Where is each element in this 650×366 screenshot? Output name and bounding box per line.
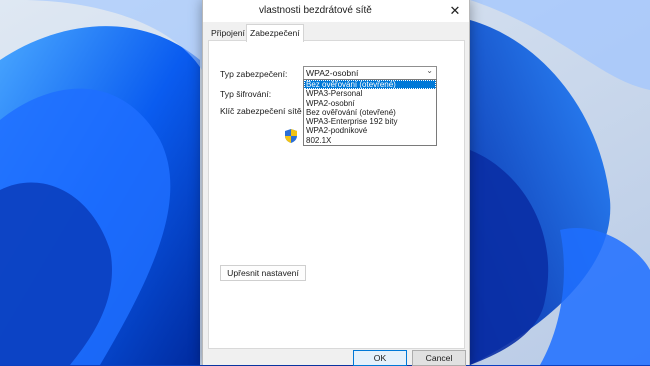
security-type-value: WPA2-osobní	[306, 68, 359, 78]
dropdown-option[interactable]: 802.1X	[304, 136, 436, 145]
security-panel: Typ zabezpečení: WPA2-osobní ⌄ Bez ověřo…	[208, 40, 465, 349]
dropdown-option[interactable]: Bez ověřování (otevřené)	[304, 80, 436, 90]
dropdown-option[interactable]: WPA3-Enterprise 192 bity	[304, 117, 436, 126]
tab-connection[interactable]: Připojení	[208, 26, 248, 40]
uac-shield-icon	[285, 129, 297, 143]
cancel-button[interactable]: Cancel	[412, 350, 466, 366]
wireless-properties-dialog: vlastnosti bezdrátové sítě ✕ Připojení Z…	[202, 0, 470, 366]
dialog-title: vlastnosti bezdrátové sítě	[259, 5, 372, 16]
dropdown-option[interactable]: WPA3-Personal	[304, 89, 436, 98]
advanced-settings-button[interactable]: Upřesnit nastavení	[220, 265, 306, 281]
title-bar[interactable]: vlastnosti bezdrátové sítě ✕	[203, 0, 469, 22]
dropdown-option[interactable]: Bez ověřování (otevřené)	[304, 108, 436, 117]
close-icon[interactable]: ✕	[445, 2, 465, 19]
security-type-dropdown: Bez ověřování (otevřené) WPA3-Personal W…	[303, 79, 437, 147]
dropdown-option[interactable]: WPA2-podnikové	[304, 126, 436, 135]
tab-security[interactable]: Zabezpečení	[246, 24, 304, 42]
dropdown-option[interactable]: WPA2-osobní	[304, 99, 436, 108]
ok-button[interactable]: OK	[353, 350, 407, 366]
network-key-label: Klíč zabezpečení sítě	[220, 106, 302, 116]
security-type-label: Typ zabezpečení:	[220, 69, 288, 79]
encryption-type-label: Typ šifrování:	[220, 89, 272, 99]
chevron-down-icon: ⌄	[426, 66, 433, 75]
